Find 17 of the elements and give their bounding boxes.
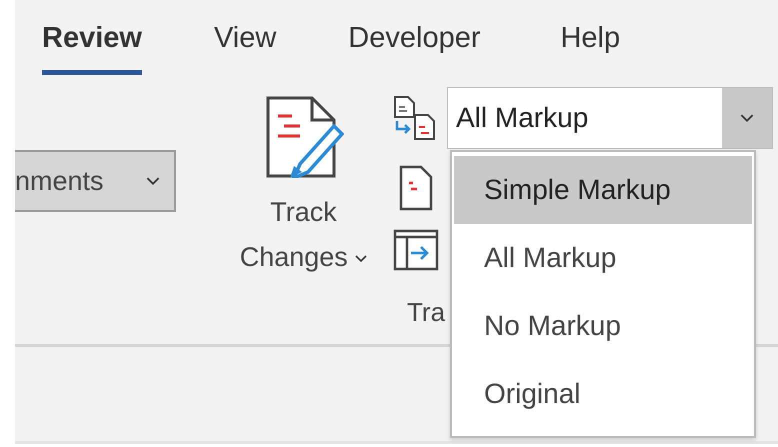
comments-dropdown-button[interactable]: nments — [15, 150, 176, 212]
ribbon-tab[interactable]: Developer — [348, 0, 480, 75]
chevron-down-icon — [146, 176, 160, 186]
track-changes-button[interactable]: Track Changes — [216, 80, 391, 344]
ribbon-tab[interactable]: Help — [560, 0, 620, 75]
chevron-down-icon — [355, 254, 368, 263]
reviewing-pane-icon — [393, 227, 439, 273]
ribbon-tab[interactable]: View — [214, 0, 276, 75]
group-label: Tra — [407, 297, 446, 328]
document-pencil-icon — [264, 96, 344, 178]
dropdown-option[interactable]: Simple Markup — [454, 156, 752, 224]
markup-select[interactable]: All Markup — [447, 87, 773, 149]
dropdown-option[interactable]: No Markup — [454, 292, 752, 360]
dropdown-arrow-button[interactable] — [722, 88, 772, 148]
ribbon-tab[interactable]: Review — [42, 0, 142, 75]
dropdown-option[interactable]: All Markup — [454, 224, 752, 292]
chevron-down-icon — [740, 114, 754, 122]
